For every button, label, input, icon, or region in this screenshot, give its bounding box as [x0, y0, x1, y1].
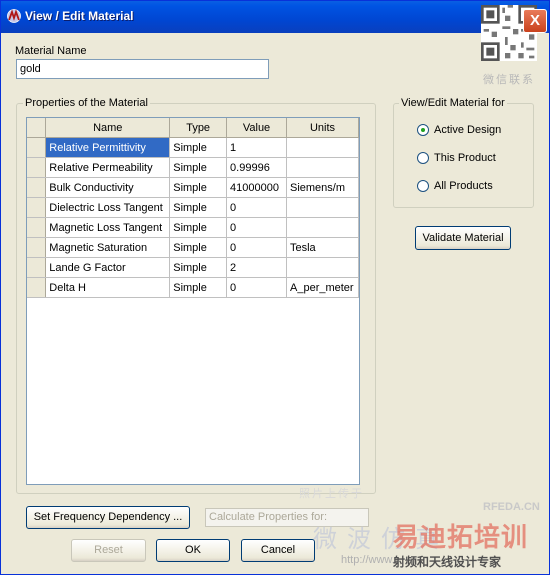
- property-value-cell[interactable]: 0.99996: [226, 157, 287, 178]
- property-type-cell[interactable]: Simple: [169, 177, 228, 198]
- table-row[interactable]: Delta H Simple 0 A_per_meter: [27, 277, 359, 298]
- row-selector[interactable]: [27, 157, 47, 178]
- row-selector[interactable]: [27, 197, 47, 218]
- radio-all-products[interactable]: [417, 180, 429, 192]
- property-units-cell[interactable]: [286, 137, 359, 158]
- property-name-cell[interactable]: Magnetic Loss Tangent: [45, 217, 171, 238]
- properties-grid[interactable]: Name Type Value Units Relative Permittiv…: [26, 117, 360, 485]
- set-frequency-dependency-button[interactable]: Set Frequency Dependency ...: [26, 506, 190, 529]
- radio-this-product[interactable]: [417, 152, 429, 164]
- table-row[interactable]: Dielectric Loss Tangent Simple 0: [27, 197, 359, 218]
- row-selector[interactable]: [27, 257, 47, 278]
- property-value-cell[interactable]: 0: [226, 217, 287, 238]
- property-units-cell[interactable]: A_per_meter: [286, 277, 359, 298]
- row-selector-header: [27, 118, 47, 138]
- row-selector[interactable]: [27, 237, 47, 258]
- radio-active-design[interactable]: [417, 124, 429, 136]
- watermark-url: http://www.: [341, 554, 395, 566]
- radio-selected-dot: [421, 128, 425, 132]
- table-row[interactable]: Relative Permeability Simple 0.99996: [27, 157, 359, 178]
- property-value-cell[interactable]: 2: [226, 257, 287, 278]
- column-header-units[interactable]: Units: [286, 118, 359, 138]
- column-header-name[interactable]: Name: [45, 118, 171, 138]
- row-selector[interactable]: [27, 217, 47, 238]
- cancel-button[interactable]: Cancel: [241, 539, 315, 562]
- table-row[interactable]: Lande G Factor Simple 2: [27, 257, 359, 278]
- properties-group-label: Properties of the Material: [23, 97, 150, 109]
- property-type-cell[interactable]: Simple: [169, 257, 228, 278]
- property-type-cell[interactable]: Simple: [169, 237, 228, 258]
- property-type-cell[interactable]: Simple: [169, 157, 228, 178]
- property-units-cell[interactable]: Siemens/m: [286, 177, 359, 198]
- property-value-cell[interactable]: 0: [226, 277, 287, 298]
- property-type-cell[interactable]: Simple: [169, 277, 228, 298]
- property-value-cell[interactable]: 41000000: [226, 177, 287, 198]
- table-row[interactable]: Magnetic Saturation Simple 0 Tesla: [27, 237, 359, 258]
- property-name-cell[interactable]: Delta H: [45, 277, 171, 298]
- property-type-cell[interactable]: Simple: [169, 197, 228, 218]
- material-name-label: Material Name: [15, 45, 87, 57]
- property-value-cell[interactable]: 0: [226, 197, 287, 218]
- close-button[interactable]: X: [523, 9, 547, 33]
- property-type-cell[interactable]: Simple: [169, 137, 228, 158]
- column-header-type[interactable]: Type: [169, 118, 228, 138]
- property-value-cell[interactable]: 0: [226, 237, 287, 258]
- row-selector[interactable]: [27, 277, 47, 298]
- property-units-cell[interactable]: [286, 257, 359, 278]
- radio-label-all-products[interactable]: All Products: [434, 180, 493, 192]
- hfss-app-icon: [7, 9, 21, 23]
- table-row[interactable]: Relative Permittivity Simple 1: [27, 137, 359, 158]
- watermark-slogan: 射频和天线设计专家: [393, 555, 502, 569]
- material-name-input[interactable]: [16, 59, 269, 79]
- window-title: View / Edit Material: [25, 9, 134, 23]
- watermark-site: RFEDA.CN: [483, 501, 540, 513]
- property-name-cell[interactable]: Dielectric Loss Tangent: [45, 197, 171, 218]
- validate-material-button[interactable]: Validate Material: [415, 226, 511, 250]
- row-selector[interactable]: [27, 177, 47, 198]
- property-name-cell[interactable]: Bulk Conductivity: [45, 177, 171, 198]
- table-row[interactable]: Bulk Conductivity Simple 41000000 Siemen…: [27, 177, 359, 198]
- property-name-cell[interactable]: Relative Permittivity: [45, 137, 171, 158]
- reset-button[interactable]: Reset: [71, 539, 146, 562]
- radio-label-this-product[interactable]: This Product: [434, 152, 496, 164]
- material-dialog: View / Edit Material 微信联系 X Material Nam…: [0, 0, 550, 575]
- watermark-brand-red: 易迪拓培训: [393, 522, 529, 552]
- property-type-cell[interactable]: Simple: [169, 217, 228, 238]
- column-header-value[interactable]: Value: [226, 118, 287, 138]
- property-units-cell[interactable]: [286, 197, 359, 218]
- qr-caption: 微信联系: [483, 74, 535, 86]
- view-for-group-label: View/Edit Material for: [399, 97, 507, 109]
- property-units-cell[interactable]: [286, 217, 359, 238]
- property-value-cell[interactable]: 1: [226, 137, 287, 158]
- table-row[interactable]: Magnetic Loss Tangent Simple 0: [27, 217, 359, 238]
- property-name-cell[interactable]: Magnetic Saturation: [45, 237, 171, 258]
- watermark-upload-note: 照片上传于: [299, 488, 364, 500]
- radio-label-active-design[interactable]: Active Design: [434, 124, 501, 136]
- property-name-cell[interactable]: Lande G Factor: [45, 257, 171, 278]
- properties-table: Name Type Value Units Relative Permittiv…: [27, 118, 359, 298]
- row-selector[interactable]: [27, 137, 47, 158]
- property-units-cell[interactable]: [286, 157, 359, 178]
- property-name-cell[interactable]: Relative Permeability: [45, 157, 171, 178]
- property-units-cell[interactable]: Tesla: [286, 237, 359, 258]
- title-bar[interactable]: View / Edit Material: [1, 1, 549, 33]
- ok-button[interactable]: OK: [156, 539, 230, 562]
